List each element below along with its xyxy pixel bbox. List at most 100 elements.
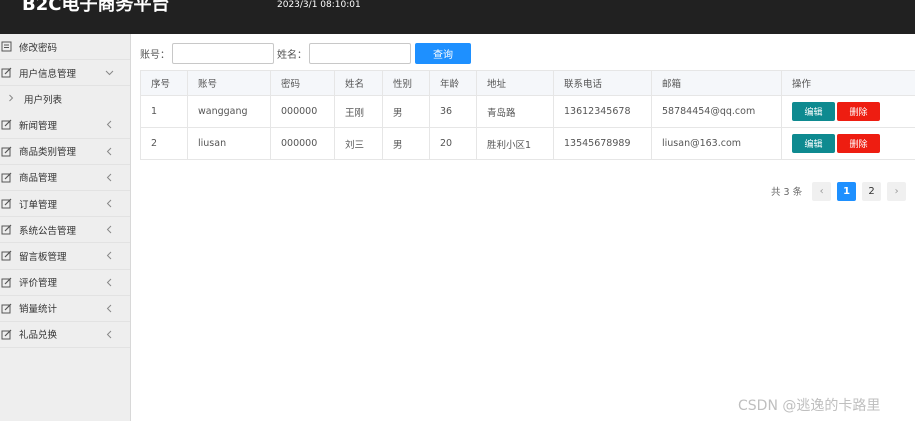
table-row: 2 liusan 000000 刘三 男 20 胜利小区1 1354567898… bbox=[140, 127, 915, 160]
edit-icon bbox=[1, 224, 12, 235]
chevron-left-icon bbox=[104, 277, 114, 287]
pagination: 共 3 条 ‹ 1 2 › bbox=[771, 181, 912, 201]
user-table: 序号 账号 密码 姓名 性别 年龄 地址 联系电话 邮箱 操作 1 wangga… bbox=[140, 70, 915, 160]
sidebar-item-label: 新闻管理 bbox=[19, 120, 58, 132]
sidebar-item-label: 系统公告管理 bbox=[19, 225, 77, 237]
delete-button[interactable]: 删除 bbox=[837, 134, 880, 153]
edit-button[interactable]: 编辑 bbox=[792, 102, 835, 121]
column-header: 邮箱 bbox=[651, 70, 782, 96]
column-header: 地址 bbox=[476, 70, 554, 96]
page-button[interactable]: 2 bbox=[862, 181, 882, 201]
column-header: 联系电话 bbox=[553, 70, 652, 96]
sidebar-subitem-user-list[interactable]: 用户列表 bbox=[0, 86, 130, 112]
table-cell: 男 bbox=[382, 95, 430, 128]
sidebar-item-products[interactable]: 商品管理 bbox=[0, 165, 130, 191]
chevron-left-icon bbox=[104, 199, 114, 209]
table-cell: 36 bbox=[429, 95, 477, 128]
sidebar-item-label: 商品管理 bbox=[19, 173, 58, 185]
sidebar-item-label: 留言板管理 bbox=[19, 251, 67, 263]
app-title: B2C电子商务平台 bbox=[22, 0, 170, 15]
sidebar-item-orders[interactable]: 订单管理 bbox=[0, 191, 130, 218]
table-cell: 20 bbox=[429, 127, 477, 160]
header-datetime: 2023/3/1 08:10:01 bbox=[277, 0, 361, 10]
delete-button[interactable]: 删除 bbox=[837, 102, 880, 121]
chevron-right-icon bbox=[8, 94, 14, 105]
actions-cell: 编辑 删除 bbox=[781, 95, 915, 128]
edit-icon bbox=[1, 250, 12, 261]
chevron-left-icon bbox=[104, 146, 114, 156]
table-cell: 13612345678 bbox=[553, 95, 652, 128]
table-cell: 刘三 bbox=[334, 127, 383, 160]
next-page-button[interactable]: › bbox=[887, 181, 907, 201]
sidebar-item-label: 销量统计 bbox=[19, 304, 58, 316]
name-search-input[interactable] bbox=[309, 42, 411, 64]
sidebar-item-label: 用户信息管理 bbox=[19, 68, 77, 80]
chevron-left-icon bbox=[104, 251, 114, 261]
sidebar-item-user-management[interactable]: 用户信息管理 bbox=[0, 60, 130, 87]
sidebar-item-label: 礼品兑换 bbox=[19, 330, 58, 342]
account-search-input[interactable] bbox=[172, 42, 274, 64]
table-row: 1 wanggang 000000 王刚 男 36 青岛路 1361234567… bbox=[140, 95, 915, 128]
watermark: CSDN @逃逸的卡路里 bbox=[738, 398, 881, 414]
chevron-left-icon bbox=[104, 225, 114, 235]
column-header: 姓名 bbox=[334, 70, 383, 96]
query-button[interactable]: 查询 bbox=[415, 42, 471, 64]
table-cell: 胜利小区1 bbox=[476, 127, 554, 160]
sidebar-item-change-password[interactable]: 修改密码 bbox=[0, 34, 130, 61]
table-cell: liusan bbox=[187, 127, 271, 160]
sidebar-item-label: 商品类别管理 bbox=[19, 147, 77, 159]
edit-icon bbox=[1, 67, 12, 78]
table-cell: liusan@163.com bbox=[651, 127, 782, 160]
sidebar-item-label: 修改密码 bbox=[19, 42, 58, 54]
sidebar: 修改密码 用户信息管理 用户列表 新闻管理 商品类别管理 商品管理 订单管理 系… bbox=[0, 34, 131, 421]
pagination-total: 共 3 条 bbox=[771, 187, 803, 198]
search-bar: 账号： 姓名： 查询 bbox=[140, 42, 471, 64]
table-cell: 000000 bbox=[270, 95, 335, 128]
table-cell: 青岛路 bbox=[476, 95, 554, 128]
edit-icon bbox=[1, 198, 12, 209]
table-cell: 13545678989 bbox=[553, 127, 652, 160]
column-header: 操作 bbox=[781, 70, 915, 96]
table-cell: 000000 bbox=[270, 127, 335, 160]
table-cell: 1 bbox=[140, 95, 188, 128]
page-button-current[interactable]: 1 bbox=[837, 181, 857, 201]
column-header: 性别 bbox=[382, 70, 430, 96]
sidebar-item-gift-exchange[interactable]: 礼品兑换 bbox=[0, 322, 130, 349]
sidebar-item-label: 评价管理 bbox=[19, 278, 58, 290]
table-cell: 58784454@qq.com bbox=[651, 95, 782, 128]
edit-icon bbox=[1, 303, 12, 314]
chevron-left-icon bbox=[104, 120, 114, 130]
account-label: 账号： bbox=[140, 49, 170, 61]
table-cell: 2 bbox=[140, 127, 188, 160]
edit-icon bbox=[1, 119, 12, 130]
sidebar-item-news[interactable]: 新闻管理 bbox=[0, 112, 130, 139]
main-content: 账号： 姓名： 查询 序号 账号 密码 姓名 性别 年龄 地址 联系电话 邮箱 … bbox=[131, 34, 915, 421]
column-header: 账号 bbox=[187, 70, 271, 96]
actions-cell: 编辑 删除 bbox=[781, 127, 915, 160]
edit-icon bbox=[1, 146, 12, 157]
table-cell: 王刚 bbox=[334, 95, 383, 128]
table-cell: wanggang bbox=[187, 95, 271, 128]
column-header: 年龄 bbox=[429, 70, 477, 96]
sidebar-item-label: 订单管理 bbox=[19, 199, 58, 211]
sidebar-item-announcements[interactable]: 系统公告管理 bbox=[0, 217, 130, 244]
sidebar-item-message-board[interactable]: 留言板管理 bbox=[0, 243, 130, 270]
chevron-left-icon bbox=[104, 172, 114, 182]
sidebar-subitem-label: 用户列表 bbox=[24, 95, 63, 107]
top-header: B2C电子商务平台 2023/3/1 08:10:01 bbox=[0, 0, 915, 34]
sidebar-item-category[interactable]: 商品类别管理 bbox=[0, 139, 130, 165]
name-label: 姓名： bbox=[277, 49, 307, 61]
edit-icon bbox=[1, 329, 12, 340]
chevron-left-icon bbox=[104, 303, 114, 313]
edit-button[interactable]: 编辑 bbox=[792, 134, 835, 153]
chevron-down-icon bbox=[104, 68, 114, 78]
prev-page-button[interactable]: ‹ bbox=[812, 181, 832, 201]
table-header-row: 序号 账号 密码 姓名 性别 年龄 地址 联系电话 邮箱 操作 bbox=[140, 70, 915, 96]
sidebar-item-reviews[interactable]: 评价管理 bbox=[0, 270, 130, 296]
password-icon bbox=[1, 41, 12, 52]
column-header: 密码 bbox=[270, 70, 335, 96]
edit-icon bbox=[1, 172, 12, 183]
table-cell: 男 bbox=[382, 127, 430, 160]
edit-icon bbox=[1, 277, 12, 288]
sidebar-item-sales-stats[interactable]: 销量统计 bbox=[0, 296, 130, 322]
